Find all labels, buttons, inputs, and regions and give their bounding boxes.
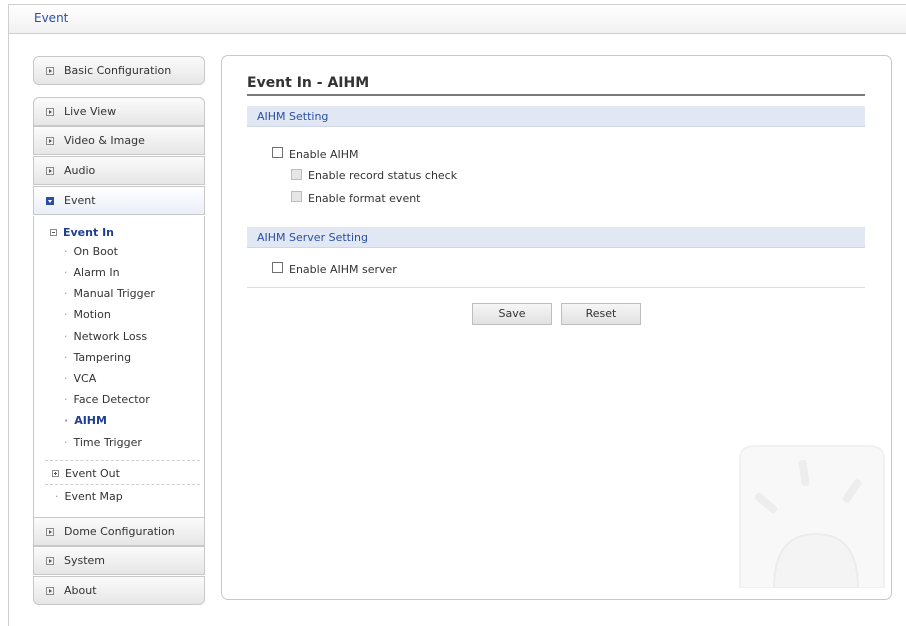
enable-record-status-check-checkbox[interactable]	[291, 169, 302, 180]
divider	[247, 287, 865, 288]
section-header-label: AIHM Setting	[257, 110, 329, 123]
tree-item-label: Alarm In	[73, 266, 120, 279]
tree-item-label: Tampering	[73, 351, 132, 364]
tree-event-out-label: Event Out	[65, 467, 120, 480]
expand-arrow-icon	[46, 67, 54, 75]
expand-arrow-icon	[46, 528, 54, 536]
page-title: Event In - AIHM	[247, 75, 370, 91]
save-button[interactable]: Save	[472, 303, 552, 325]
tree-item-face-detector[interactable]: · Face Detector	[64, 393, 150, 406]
enable-record-status-check-label: Enable record status check	[308, 169, 458, 182]
sidebar-item-dome-configuration[interactable]: Dome Configuration	[33, 517, 205, 546]
sidebar-item-label: About	[64, 584, 97, 597]
alarm-beacon-icon	[739, 445, 885, 588]
enable-aihm-server-checkbox[interactable]	[272, 262, 283, 273]
tree-item-label: On Boot	[73, 245, 118, 258]
tree-item-aihm[interactable]: · AIHM	[64, 414, 107, 427]
sidebar-item-basic-configuration[interactable]: Basic Configuration	[33, 56, 205, 85]
expand-arrow-icon	[46, 167, 54, 175]
tree-item-label: VCA	[73, 372, 97, 385]
sidebar-item-label: Dome Configuration	[64, 525, 175, 538]
expand-arrow-icon	[46, 557, 54, 565]
enable-aihm-server-label: Enable AIHM server	[289, 263, 397, 276]
sidebar-item-about[interactable]: About	[33, 576, 205, 605]
collapse-arrow-icon	[46, 197, 54, 205]
tree-event-in-label: Event In	[63, 226, 114, 239]
tree-item-label: AIHM	[74, 414, 107, 427]
tree-item-label: Event Map	[64, 490, 123, 503]
sidebar-item-label: Live View	[64, 105, 117, 118]
sidebar-item-event[interactable]: Event	[33, 186, 205, 215]
sidebar-item-system[interactable]: System	[33, 546, 205, 575]
header-bar: Event	[8, 4, 906, 34]
title-divider	[247, 94, 865, 96]
enable-format-event-checkbox[interactable]	[291, 191, 302, 202]
sidebar-item-label: System	[64, 554, 106, 567]
expand-arrow-icon	[46, 137, 54, 145]
tree-item-label: Manual Trigger	[73, 287, 155, 300]
section-header-aihm-setting: AIHM Setting	[247, 106, 865, 127]
tree-collapse-icon	[50, 229, 57, 236]
tree-item-alarm-in[interactable]: · Alarm In	[64, 266, 120, 279]
page-header-title: Event	[34, 11, 69, 25]
expand-arrow-icon	[46, 587, 54, 595]
sidebar-item-video-image[interactable]: Video & Image	[33, 126, 205, 155]
enable-aihm-label: Enable AIHM	[289, 148, 359, 161]
sidebar-item-label: Audio	[64, 164, 96, 177]
tree-item-manual-trigger[interactable]: · Manual Trigger	[64, 287, 155, 300]
divider	[45, 484, 200, 485]
expand-arrow-icon	[46, 108, 54, 116]
sidebar-item-label: Event	[64, 194, 96, 207]
tree-item-tampering[interactable]: · Tampering	[64, 351, 131, 364]
section-header-aihm-server-setting: AIHM Server Setting	[247, 227, 865, 248]
section-header-label: AIHM Server Setting	[257, 231, 368, 244]
tree-item-vca[interactable]: · VCA	[64, 372, 96, 385]
enable-format-event-label: Enable format event	[308, 192, 421, 205]
tree-item-on-boot[interactable]: · On Boot	[64, 245, 118, 258]
tree-event-out[interactable]: Event Out	[52, 467, 120, 480]
enable-aihm-checkbox[interactable]	[272, 147, 283, 158]
tree-expand-icon	[52, 470, 59, 477]
sidebar-item-live-view[interactable]: Live View	[33, 97, 205, 126]
sidebar-item-label: Video & Image	[64, 134, 145, 147]
tree-item-label: Face Detector	[73, 393, 150, 406]
sidebar-item-audio[interactable]: Audio	[33, 156, 205, 185]
tree-item-label: Motion	[73, 308, 111, 321]
tree-item-event-map[interactable]: · Event Map	[55, 490, 123, 503]
tree-item-motion[interactable]: · Motion	[64, 308, 111, 321]
tree-item-time-trigger[interactable]: · Time Trigger	[64, 436, 142, 449]
tree-item-network-loss[interactable]: · Network Loss	[64, 330, 147, 343]
tree-event-in[interactable]: Event In	[50, 226, 114, 239]
divider	[45, 460, 200, 461]
sidebar-item-label: Basic Configuration	[64, 64, 172, 77]
reset-button[interactable]: Reset	[561, 303, 641, 325]
tree-item-label: Network Loss	[73, 330, 148, 343]
tree-item-label: Time Trigger	[73, 436, 142, 449]
